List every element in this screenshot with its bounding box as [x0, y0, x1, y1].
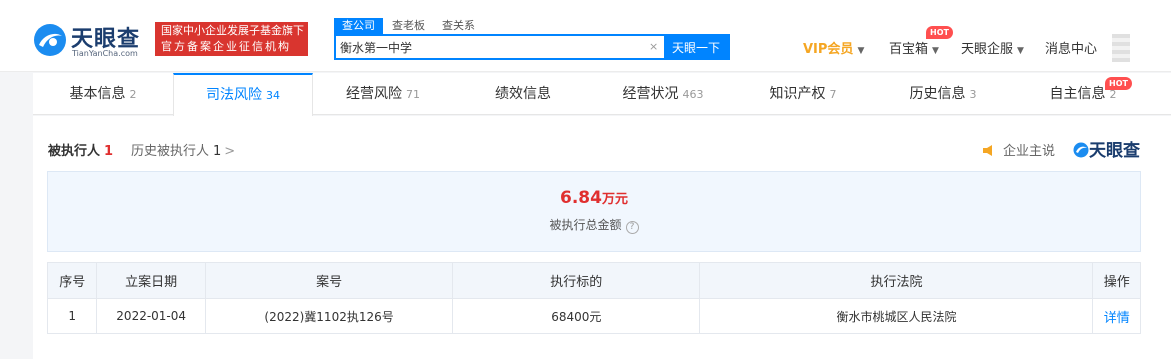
tab-count: 2 — [129, 88, 137, 101]
col-index: 序号 — [46, 262, 98, 299]
cell-action: 详情 — [1092, 298, 1141, 334]
brand-eye-icon — [1073, 142, 1089, 158]
search-tab-boss[interactable]: 查老板 — [392, 18, 425, 34]
message-center-link[interactable]: 消息中心 — [1045, 38, 1097, 57]
enterprise-service-label: 天眼企服 — [961, 42, 1014, 57]
tab-count: 463 — [682, 88, 704, 101]
gov-certification-badge: 国家中小企业发展子基金旗下 官方备案企业征信机构 — [155, 22, 308, 56]
gov-badge-line1: 国家中小企业发展子基金旗下 — [161, 24, 304, 37]
tianyancha-logo[interactable]: 天眼查 TianYanCha.com — [33, 21, 151, 58]
toolbox-label: 百宝箱 — [889, 42, 929, 57]
total-amount-summary: 6.84万元 被执行总金额? — [47, 171, 1141, 252]
amount-unit: 万元 — [601, 192, 628, 207]
caret-down-icon: ▼ — [932, 46, 939, 56]
clear-icon[interactable]: × — [649, 40, 658, 53]
judgment-debtor-section: 被执行人 1 历史被执行人 1 > 企业主说 天眼查 6.84万元 被执行总金额? 序… — [33, 116, 1171, 359]
tab-history[interactable]: 历史信息 3 — [873, 73, 1013, 115]
tianyancha-brand: 天眼查 — [1073, 136, 1140, 161]
enterprise-service-menu[interactable]: 天眼企服 ▼ — [961, 38, 1024, 57]
subtab-count: 1 — [104, 144, 114, 159]
col-execution-amount: 执行标的 — [452, 262, 701, 299]
cell-index: 1 — [46, 298, 98, 334]
tab-intellectual-property[interactable]: 知识产权 7 — [733, 73, 873, 115]
category-tabs: 基本信息 2 司法风险 34 经营风险 71 绩效信息 经营状况 463 知识产权 7 历… — [33, 73, 1171, 116]
amount-label-text: 被执行总金额 — [549, 218, 622, 232]
sub-tabs: 被执行人 1 历史被执行人 1 > — [48, 140, 235, 159]
total-amount: 6.84万元 — [48, 188, 1140, 208]
caret-down-icon: ▼ — [1017, 46, 1024, 56]
tab-label: 绩效信息 — [495, 86, 551, 102]
tab-label: 基本信息 — [69, 86, 126, 102]
tab-judicial-risk[interactable]: 司法风险 34 — [173, 73, 313, 116]
tab-business-status[interactable]: 经营状况 463 — [593, 73, 733, 115]
gov-badge-line2: 官方备案企业征信机构 — [161, 40, 291, 53]
subtab-label: 被执行人 — [48, 144, 101, 159]
tab-label: 经营状况 — [622, 86, 679, 102]
search-input[interactable] — [340, 38, 650, 56]
subtab-judgment-debtor[interactable]: 被执行人 1 — [48, 144, 113, 159]
table-header-row: 序号 立案日期 案号 执行标的 执行法院 操作 — [46, 262, 1141, 299]
vip-menu[interactable]: VIP会员 ▼ — [803, 38, 864, 57]
search-tab-company[interactable]: 查公司 — [334, 18, 383, 34]
col-action: 操作 — [1092, 262, 1141, 299]
user-avatar[interactable] — [1112, 34, 1130, 62]
search-tab-relation[interactable]: 查关系 — [442, 18, 475, 34]
tab-label: 历史信息 — [909, 86, 966, 102]
tab-label: 经营风险 — [346, 86, 402, 102]
toolbox-menu[interactable]: 百宝箱 ▼ — [889, 38, 939, 57]
hot-badge: HOT — [926, 26, 953, 39]
subtab-count: 1 — [213, 144, 222, 159]
tab-count: 34 — [266, 89, 280, 102]
search-box: × 天眼一下 — [334, 34, 730, 60]
tab-count: 3 — [969, 88, 977, 101]
logo-eye-icon — [34, 24, 66, 56]
search-button[interactable]: 天眼一下 — [664, 36, 728, 58]
tab-performance[interactable]: 绩效信息 — [453, 73, 593, 115]
hot-badge: HOT — [1105, 77, 1132, 90]
subtab-history-debtor[interactable]: 历史被执行人 1 > — [131, 140, 235, 159]
tab-operation-risk[interactable]: 经营风险 71 — [313, 73, 453, 115]
cell-court: 衡水市桃城区人民法院 — [699, 298, 1094, 334]
megaphone-icon — [983, 145, 992, 156]
cell-case-number: (2022)冀1102执126号 — [204, 298, 454, 334]
cell-filing-date: 2022-01-04 — [96, 298, 206, 334]
brand-text: 天眼查 — [1089, 141, 1140, 161]
col-court: 执行法院 — [699, 262, 1094, 299]
detail-link[interactable]: 详情 — [1104, 311, 1130, 326]
caret-down-icon: ▼ — [857, 46, 865, 56]
tab-label: 司法风险 — [206, 87, 262, 103]
tab-self-info[interactable]: 自主信息 2 — [1013, 73, 1153, 115]
debtor-table: 序号 立案日期 案号 执行标的 执行法院 操作 1 2022-01-04 (20… — [46, 262, 1141, 334]
top-header: 天眼查 TianYanCha.com 国家中小企业发展子基金旗下 官方备案企业征… — [0, 0, 1171, 72]
amount-value: 6.84 — [560, 188, 602, 208]
vip-label: VIP会员 — [803, 42, 854, 57]
help-icon[interactable]: ? — [625, 221, 639, 234]
tab-label: 知识产权 — [769, 86, 826, 102]
total-amount-label: 被执行总金额? — [48, 216, 1140, 234]
tab-basic-info[interactable]: 基本信息 2 — [33, 73, 173, 115]
enterprise-say-link[interactable]: 企业主说 — [983, 140, 1055, 159]
cell-execution-amount: 68400元 — [452, 298, 701, 334]
chevron-right-icon: > — [224, 144, 236, 159]
tab-count: 7 — [829, 88, 837, 101]
subtab-label: 历史被执行人 — [131, 144, 210, 159]
tab-label: 自主信息 — [1049, 86, 1106, 102]
table-row: 1 2022-01-04 (2022)冀1102执126号 68400元 衡水市… — [46, 298, 1141, 334]
logo-domain: TianYanCha.com — [72, 49, 138, 58]
tab-count: 71 — [406, 88, 420, 101]
col-case-number: 案号 — [204, 262, 454, 299]
enterprise-say-label: 企业主说 — [1003, 144, 1056, 159]
col-filing-date: 立案日期 — [96, 262, 206, 299]
